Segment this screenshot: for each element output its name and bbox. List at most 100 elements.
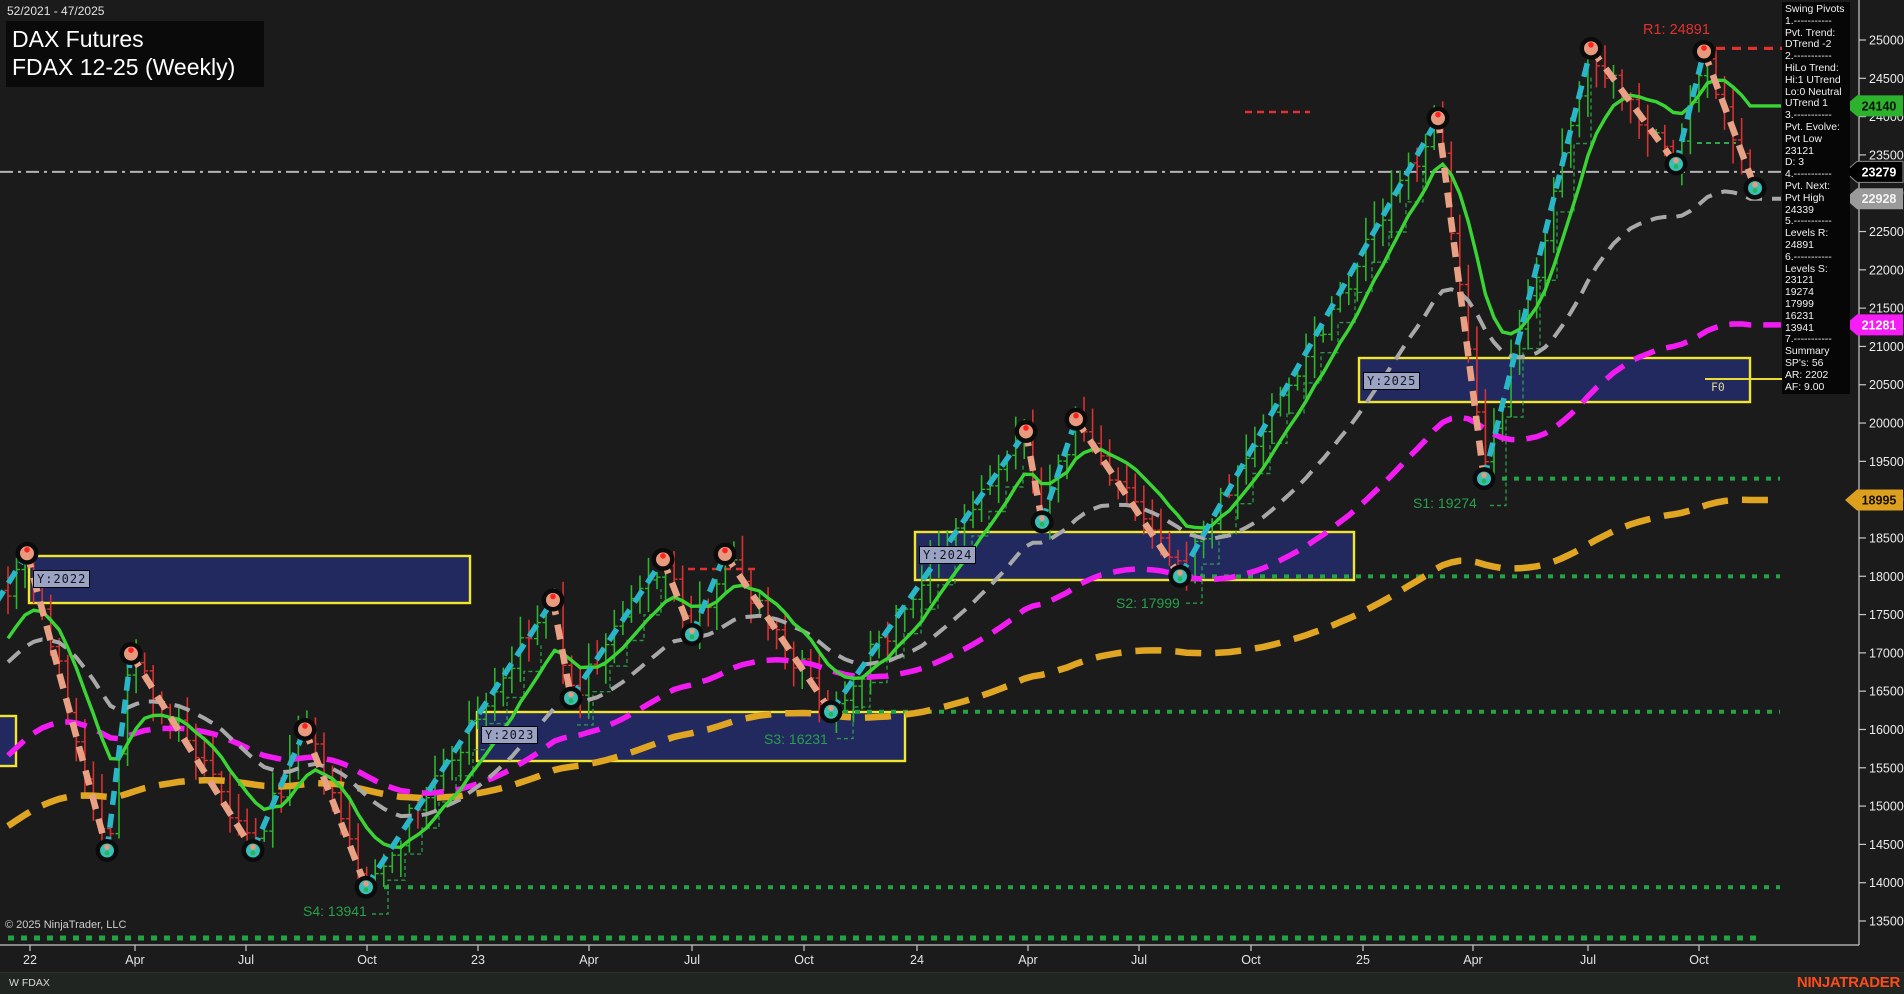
- time-axis[interactable]: 22 Apr Jul Oct 23 Apr Jul Oct 24 Apr Jul Oct 25 Apr Ju…: [0, 944, 1859, 967]
- pivot-marker-dot: [24, 546, 30, 553]
- price-axis[interactable]: 2500024500240002350023000225002200021500…: [1858, 0, 1904, 945]
- support-label-S2: S2: 17999: [1116, 595, 1180, 611]
- swing-panel-line: UTrend 1: [1785, 98, 1828, 110]
- time-tick-label: Oct: [1241, 953, 1261, 967]
- swing-panel-line: Levels S:: [1785, 263, 1828, 275]
- time-tick-label: 22: [23, 953, 37, 967]
- ninjatrader-chart-window: S1: 19274 S2: 17999 S3: 16231 S4: 13941 R1: …: [0, 0, 1904, 994]
- price-tick-label: 21000: [1869, 340, 1904, 354]
- swing-panel-line: 1.-----------: [1785, 15, 1832, 27]
- price-bars: [4, 40, 1754, 894]
- pivot-marker-dot: [1023, 425, 1029, 431]
- pivot-marker-dot: [104, 850, 110, 856]
- swing-panel-line: 5.-----------: [1785, 216, 1832, 228]
- level-labels: S1: 19274 S2: 17999 S3: 16231 S4: 13941 R1: …: [303, 22, 1783, 919]
- chart-plot-area[interactable]: S1: 19274 S2: 17999 S3: 16231 S4: 13941 R1: …: [0, 0, 1904, 994]
- trailing-stop-step-line: [372, 645, 542, 915]
- swing-panel-line: 16231: [1785, 310, 1814, 322]
- swing-panel-line: Swing Pivots: [1785, 4, 1845, 15]
- time-tick-label: Jul: [684, 953, 700, 967]
- swing-panel-line: 24891: [1785, 239, 1814, 251]
- swing-panel-line: Pvt. Evolve:: [1785, 121, 1840, 133]
- zigzag-downswing: [128, 651, 256, 853]
- pivot-marker-dot: [1752, 181, 1758, 188]
- time-tick-label: Apr: [1463, 953, 1482, 967]
- pivot-marker-dot: [1435, 111, 1441, 118]
- price-tick-label: 20000: [1869, 417, 1904, 431]
- pivot-marker-dot: [1673, 164, 1679, 169]
- swing-panel-line: AF: 9.00: [1785, 381, 1825, 393]
- ma-line-slowest: [6, 496, 1781, 829]
- time-tick-label: Apr: [125, 953, 144, 967]
- price-tick-label: 13500: [1869, 915, 1904, 929]
- zigzag-upswing: [1177, 116, 1441, 578]
- time-tick-label: 25: [1356, 953, 1370, 967]
- pivot-marker-dot: [250, 850, 256, 856]
- pivot-marker-dot: [568, 698, 574, 703]
- price-tick-label: 19500: [1869, 455, 1904, 469]
- price-tick-label: 23500: [1869, 148, 1904, 162]
- pivot-marker-dot: [660, 553, 666, 559]
- time-tick-label: Jul: [1131, 953, 1147, 967]
- pivot-marker-dot: [1039, 515, 1045, 522]
- swing-panel-line: Pvt. Next:: [1785, 180, 1831, 192]
- price-tick-label: 14500: [1869, 838, 1904, 852]
- zigzag-downswing: [722, 552, 834, 714]
- pivot-marker-dot: [828, 705, 834, 712]
- pivot-marker-dot: [104, 844, 110, 850]
- pivot-marker-dot: [1177, 576, 1183, 582]
- swing-panel-line: AR: 2202: [1785, 369, 1829, 381]
- time-tick-label: Oct: [1689, 953, 1709, 967]
- swing-panel-line: 2.-----------: [1785, 51, 1832, 63]
- pivot-marker-dot: [302, 723, 308, 729]
- price-tick-label: 18000: [1869, 570, 1904, 584]
- support-label-S3: S3: 16231: [764, 731, 828, 747]
- swing-panel-line: Hi:1 UTrend: [1785, 74, 1841, 86]
- price-tag-value: 22928: [1862, 192, 1897, 206]
- swing-pivots-indicator-panel: Swing Pivots 1.----------- Pvt. Trend: DTre…: [1782, 2, 1850, 394]
- contract-and-period: FDAX 12-25 (Weekly): [12, 54, 236, 80]
- pivot-marker-dot: [1673, 157, 1679, 164]
- bottom-tab-strip: [0, 972, 1904, 994]
- pivot-marker-dot: [1701, 45, 1707, 51]
- copyright-watermark: © 2025 NinjaTrader, LLC: [5, 919, 127, 931]
- time-tick-label: Apr: [579, 953, 598, 967]
- swing-panel-line: SP's: 56: [1785, 357, 1824, 369]
- swing-panel-line: Lo:0 Neutral: [1785, 86, 1842, 98]
- swing-panel-line: D: 3: [1785, 157, 1805, 169]
- pivot-marker-dot: [363, 880, 369, 887]
- f0-label: F0: [1711, 380, 1725, 394]
- swing-panel-line: 19274: [1785, 287, 1814, 299]
- support-label-S1: S1: 19274: [1413, 495, 1477, 511]
- pivot-marker-dot: [689, 634, 695, 640]
- time-tick-label: Jul: [238, 953, 254, 967]
- time-tick-label: Oct: [794, 953, 814, 967]
- zigzag-upswing: [1039, 418, 1079, 523]
- price-tag-value: 24140: [1862, 99, 1897, 113]
- year-box: [0, 714, 18, 768]
- pivot-marker-dot: [128, 647, 134, 653]
- data-series-tab[interactable]: W FDAX: [9, 977, 50, 989]
- swing-panel-line: 7.-----------: [1785, 334, 1832, 346]
- price-tag-value: 21281: [1862, 318, 1897, 332]
- pivot-marker-dot: [1073, 412, 1079, 419]
- price-tag-value: 23279: [1862, 165, 1897, 179]
- pivot-marker-dot: [1588, 42, 1594, 48]
- zigzag-downswing: [301, 728, 370, 889]
- resistance-label-R1: R1: 24891: [1643, 22, 1710, 38]
- price-tick-label: 17000: [1869, 646, 1904, 660]
- price-tick-label: 15500: [1869, 761, 1904, 775]
- price-tick-label: 17500: [1869, 608, 1904, 622]
- price-tick-label: 15000: [1869, 800, 1904, 814]
- price-tick-label: 21500: [1869, 302, 1904, 316]
- pivot-marker-dot: [1752, 188, 1758, 193]
- swing-panel-line: HiLo Trend:: [1785, 62, 1839, 74]
- swing-panel-line: Pvt High: [1785, 192, 1825, 204]
- year-box-label-Y-2024: Y:2024: [919, 546, 977, 564]
- support-resistance-levels: [0, 46, 1792, 941]
- year-box-label-Y-2025: Y:2025: [1363, 372, 1421, 390]
- swing-panel-line: 24339: [1785, 204, 1814, 216]
- swing-panel-line: 3.-----------: [1785, 110, 1832, 122]
- swing-panel-line: DTrend -2: [1785, 39, 1832, 51]
- support-label-S4: S4: 13941: [303, 903, 367, 919]
